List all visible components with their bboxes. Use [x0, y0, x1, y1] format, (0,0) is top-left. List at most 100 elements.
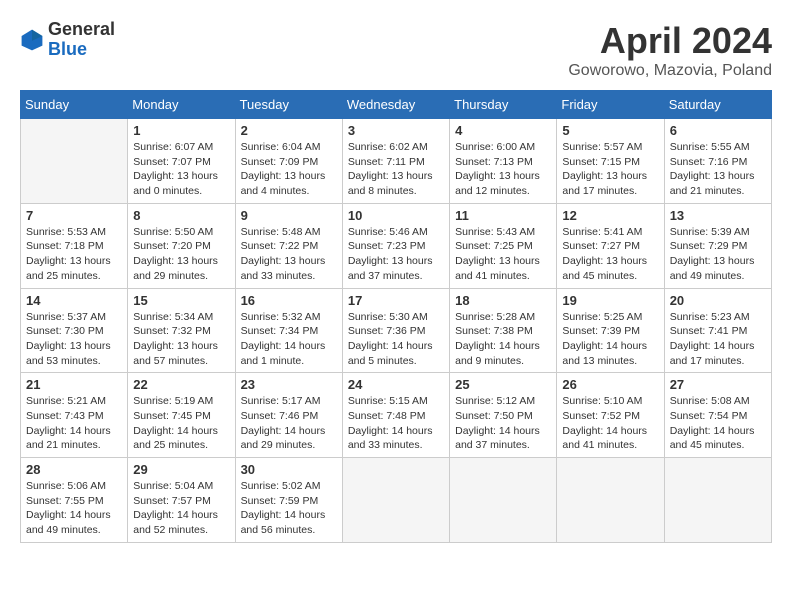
calendar-cell: 6 Sunrise: 5:55 AM Sunset: 7:16 PM Daylig… [664, 119, 771, 204]
day-info: Sunrise: 5:50 AM Sunset: 7:20 PM Dayligh… [133, 225, 229, 284]
day-number: 7 [26, 208, 122, 223]
day-number: 10 [348, 208, 444, 223]
calendar-cell: 2 Sunrise: 6:04 AM Sunset: 7:09 PM Daylig… [235, 119, 342, 204]
day-number: 21 [26, 377, 122, 392]
logo-icon [20, 28, 44, 52]
day-info: Sunrise: 5:10 AM Sunset: 7:52 PM Dayligh… [562, 394, 658, 453]
calendar-week-row: 1 Sunrise: 6:07 AM Sunset: 7:07 PM Daylig… [21, 119, 772, 204]
month-title: April 2024 [568, 20, 772, 62]
day-number: 5 [562, 123, 658, 138]
logo: General Blue [20, 20, 115, 60]
day-info: Sunrise: 6:04 AM Sunset: 7:09 PM Dayligh… [241, 140, 337, 199]
calendar-cell: 22 Sunrise: 5:19 AM Sunset: 7:45 PM Dayli… [128, 373, 235, 458]
day-info: Sunrise: 5:28 AM Sunset: 7:38 PM Dayligh… [455, 310, 551, 369]
day-info: Sunrise: 5:06 AM Sunset: 7:55 PM Dayligh… [26, 479, 122, 538]
calendar-cell: 19 Sunrise: 5:25 AM Sunset: 7:39 PM Dayli… [557, 288, 664, 373]
day-number: 27 [670, 377, 766, 392]
day-info: Sunrise: 6:02 AM Sunset: 7:11 PM Dayligh… [348, 140, 444, 199]
day-info: Sunrise: 5:32 AM Sunset: 7:34 PM Dayligh… [241, 310, 337, 369]
day-info: Sunrise: 5:55 AM Sunset: 7:16 PM Dayligh… [670, 140, 766, 199]
day-number: 8 [133, 208, 229, 223]
calendar-table: SundayMondayTuesdayWednesdayThursdayFrid… [20, 90, 772, 543]
day-number: 18 [455, 293, 551, 308]
calendar-cell: 3 Sunrise: 6:02 AM Sunset: 7:11 PM Daylig… [342, 119, 449, 204]
day-info: Sunrise: 5:08 AM Sunset: 7:54 PM Dayligh… [670, 394, 766, 453]
calendar-cell: 1 Sunrise: 6:07 AM Sunset: 7:07 PM Daylig… [128, 119, 235, 204]
day-number: 12 [562, 208, 658, 223]
calendar-week-row: 21 Sunrise: 5:21 AM Sunset: 7:43 PM Dayli… [21, 373, 772, 458]
day-number: 14 [26, 293, 122, 308]
day-info: Sunrise: 5:57 AM Sunset: 7:15 PM Dayligh… [562, 140, 658, 199]
day-info: Sunrise: 5:02 AM Sunset: 7:59 PM Dayligh… [241, 479, 337, 538]
day-info: Sunrise: 6:07 AM Sunset: 7:07 PM Dayligh… [133, 140, 229, 199]
calendar-cell: 30 Sunrise: 5:02 AM Sunset: 7:59 PM Dayli… [235, 458, 342, 543]
day-number: 2 [241, 123, 337, 138]
day-number: 22 [133, 377, 229, 392]
day-number: 30 [241, 462, 337, 477]
day-info: Sunrise: 6:00 AM Sunset: 7:13 PM Dayligh… [455, 140, 551, 199]
day-info: Sunrise: 5:04 AM Sunset: 7:57 PM Dayligh… [133, 479, 229, 538]
calendar-cell [664, 458, 771, 543]
calendar-week-row: 28 Sunrise: 5:06 AM Sunset: 7:55 PM Dayli… [21, 458, 772, 543]
day-info: Sunrise: 5:39 AM Sunset: 7:29 PM Dayligh… [670, 225, 766, 284]
day-info: Sunrise: 5:46 AM Sunset: 7:23 PM Dayligh… [348, 225, 444, 284]
day-number: 15 [133, 293, 229, 308]
calendar-cell: 29Sunrise: 5:04 AM Sunset: 7:57 PM Dayli… [128, 458, 235, 543]
logo-blue-text: Blue [48, 39, 87, 59]
calendar-header-friday: Friday [557, 91, 664, 119]
calendar-cell: 13 Sunrise: 5:39 AM Sunset: 7:29 PM Dayli… [664, 203, 771, 288]
calendar-cell: 12 Sunrise: 5:41 AM Sunset: 7:27 PM Dayli… [557, 203, 664, 288]
day-number: 13 [670, 208, 766, 223]
day-number: 17 [348, 293, 444, 308]
day-number: 1 [133, 123, 229, 138]
calendar-cell: 10 Sunrise: 5:46 AM Sunset: 7:23 PM Dayli… [342, 203, 449, 288]
day-info: Sunrise: 5:19 AM Sunset: 7:45 PM Dayligh… [133, 394, 229, 453]
day-number: 9 [241, 208, 337, 223]
day-info: Sunrise: 5:17 AM Sunset: 7:46 PM Dayligh… [241, 394, 337, 453]
day-number: 19 [562, 293, 658, 308]
calendar-week-row: 14 Sunrise: 5:37 AM Sunset: 7:30 PM Dayli… [21, 288, 772, 373]
calendar-header-row: SundayMondayTuesdayWednesdayThursdayFrid… [21, 91, 772, 119]
day-info: Sunrise: 5:43 AM Sunset: 7:25 PM Dayligh… [455, 225, 551, 284]
location: Goworowo, Mazovia, Poland [568, 62, 772, 80]
calendar-cell: 21 Sunrise: 5:21 AM Sunset: 7:43 PM Dayli… [21, 373, 128, 458]
calendar-header-tuesday: Tuesday [235, 91, 342, 119]
day-number: 16 [241, 293, 337, 308]
logo-general-text: General [48, 19, 115, 39]
calendar-cell: 23Sunrise: 5:17 AM Sunset: 7:46 PM Dayli… [235, 373, 342, 458]
calendar-cell: 9 Sunrise: 5:48 AM Sunset: 7:22 PM Daylig… [235, 203, 342, 288]
day-info: Sunrise: 5:34 AM Sunset: 7:32 PM Dayligh… [133, 310, 229, 369]
calendar-cell: 28 Sunrise: 5:06 AM Sunset: 7:55 PM Dayli… [21, 458, 128, 543]
day-info: Sunrise: 5:48 AM Sunset: 7:22 PM Dayligh… [241, 225, 337, 284]
calendar-cell: 26Sunrise: 5:10 AM Sunset: 7:52 PM Dayli… [557, 373, 664, 458]
day-info: Sunrise: 5:30 AM Sunset: 7:36 PM Dayligh… [348, 310, 444, 369]
calendar-cell: 18 Sunrise: 5:28 AM Sunset: 7:38 PM Dayli… [450, 288, 557, 373]
calendar-cell: 24 Sunrise: 5:15 AM Sunset: 7:48 PM Dayli… [342, 373, 449, 458]
calendar-week-row: 7 Sunrise: 5:53 AM Sunset: 7:18 PM Daylig… [21, 203, 772, 288]
day-info: Sunrise: 5:53 AM Sunset: 7:18 PM Dayligh… [26, 225, 122, 284]
day-info: Sunrise: 5:25 AM Sunset: 7:39 PM Dayligh… [562, 310, 658, 369]
calendar-cell: 15 Sunrise: 5:34 AM Sunset: 7:32 PM Dayli… [128, 288, 235, 373]
day-number: 6 [670, 123, 766, 138]
calendar-cell: 20 Sunrise: 5:23 AM Sunset: 7:41 PM Dayli… [664, 288, 771, 373]
day-number: 3 [348, 123, 444, 138]
day-info: Sunrise: 5:15 AM Sunset: 7:48 PM Dayligh… [348, 394, 444, 453]
day-number: 20 [670, 293, 766, 308]
calendar-header-sunday: Sunday [21, 91, 128, 119]
calendar-cell: 4Sunrise: 6:00 AM Sunset: 7:13 PM Daylig… [450, 119, 557, 204]
day-info: Sunrise: 5:37 AM Sunset: 7:30 PM Dayligh… [26, 310, 122, 369]
day-info: Sunrise: 5:41 AM Sunset: 7:27 PM Dayligh… [562, 225, 658, 284]
calendar-cell: 27 Sunrise: 5:08 AM Sunset: 7:54 PM Dayli… [664, 373, 771, 458]
title-area: April 2024 Goworowo, Mazovia, Poland [568, 20, 772, 80]
day-info: Sunrise: 5:23 AM Sunset: 7:41 PM Dayligh… [670, 310, 766, 369]
day-number: 28 [26, 462, 122, 477]
calendar-cell [557, 458, 664, 543]
calendar-cell: 5 Sunrise: 5:57 AM Sunset: 7:15 PM Daylig… [557, 119, 664, 204]
day-number: 11 [455, 208, 551, 223]
day-number: 24 [348, 377, 444, 392]
calendar-cell: 16 Sunrise: 5:32 AM Sunset: 7:34 PM Dayli… [235, 288, 342, 373]
calendar-cell: 14 Sunrise: 5:37 AM Sunset: 7:30 PM Dayli… [21, 288, 128, 373]
day-info: Sunrise: 5:21 AM Sunset: 7:43 PM Dayligh… [26, 394, 122, 453]
calendar-cell: 8 Sunrise: 5:50 AM Sunset: 7:20 PM Daylig… [128, 203, 235, 288]
calendar-cell: 17 Sunrise: 5:30 AM Sunset: 7:36 PM Dayli… [342, 288, 449, 373]
